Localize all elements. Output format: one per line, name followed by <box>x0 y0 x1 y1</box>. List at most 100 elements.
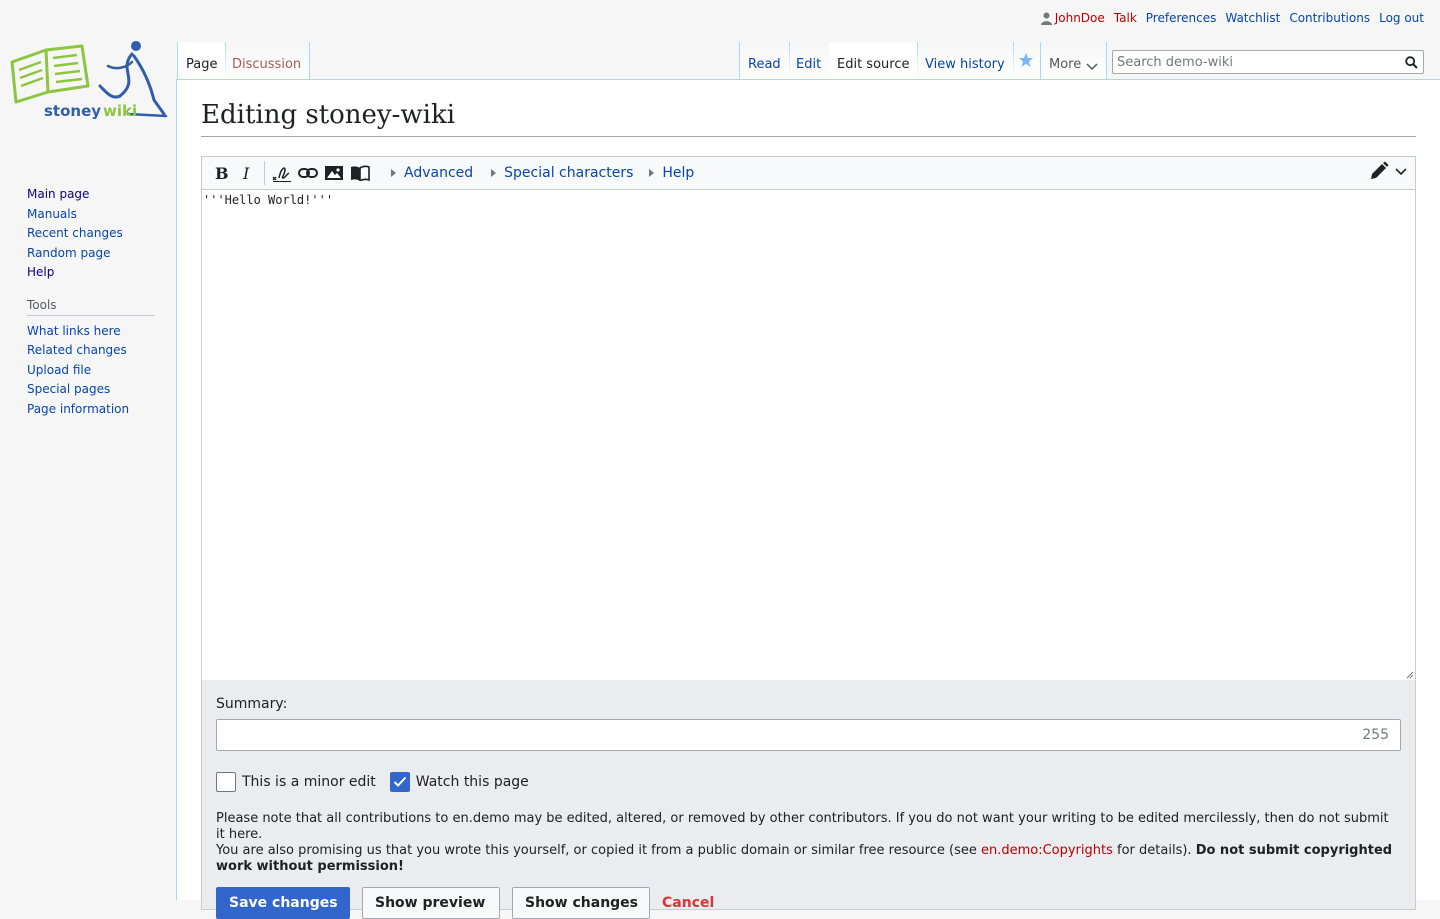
sidebar-link[interactable]: What links here <box>27 324 121 338</box>
tab-edit[interactable]: Edit <box>788 42 831 80</box>
cancel-link[interactable]: Cancel <box>662 887 714 919</box>
show-changes-button[interactable]: Show changes <box>512 887 650 919</box>
search-button[interactable] <box>1399 51 1423 73</box>
user-icon <box>1040 12 1052 25</box>
signature-button[interactable] <box>269 160 295 186</box>
sidebar-item-related-changes[interactable]: Related changes <box>27 342 157 362</box>
sidebar-item-manuals[interactable]: Manuals <box>27 206 157 226</box>
tab-discussion[interactable]: Discussion <box>224 42 311 80</box>
sidebar-item-recent-changes[interactable]: Recent changes <box>27 225 157 245</box>
watch-page-checkbox[interactable] <box>389 772 410 792</box>
sidebar-link[interactable]: Manuals <box>27 207 77 221</box>
tab-view-history[interactable]: View history <box>917 42 1014 80</box>
book-icon <box>351 165 370 181</box>
help-toggle[interactable]: Help <box>649 165 694 181</box>
sidebar-link[interactable]: Page information <box>27 402 129 416</box>
more-menu[interactable]: More <box>1041 42 1108 80</box>
tab-page[interactable]: Page <box>177 42 227 80</box>
summary-char-count: 255 <box>1362 727 1389 743</box>
sidebar: Main page Manuals Recent changes Random … <box>27 186 157 420</box>
edit-options: Summary: 255 This is a minor edit Watch … <box>201 680 1416 919</box>
tab-edit-source[interactable]: Edit source <box>829 42 919 80</box>
italic-icon: I <box>242 165 250 181</box>
more-label: More <box>1049 57 1082 72</box>
preferences-link[interactable]: Preferences <box>1146 11 1217 25</box>
user-menu[interactable]: JohnDoe <box>1040 11 1105 25</box>
editor-mode-switch[interactable] <box>1369 161 1407 181</box>
minor-edit-label: This is a minor edit <box>242 774 376 790</box>
watch-page-option[interactable]: Watch this page <box>389 772 529 792</box>
personal-tools: JohnDoe Talk Preferences Watchlist Contr… <box>1040 11 1424 25</box>
summary-input[interactable] <box>217 721 1363 749</box>
sidebar-link[interactable]: Upload file <box>27 363 91 377</box>
sidebar-link[interactable]: Special pages <box>27 382 110 396</box>
search-icon <box>1404 55 1418 69</box>
sidebar-item-upload-file[interactable]: Upload file <box>27 362 157 382</box>
notice-line-2: You are also promising us that you wrote… <box>216 843 1401 875</box>
content-area: Editing stoney-wiki B I Advanced Special… <box>176 79 1440 919</box>
watch-page-label: Watch this page <box>415 774 529 790</box>
tools-heading: Tools <box>27 298 155 316</box>
image-button[interactable] <box>321 160 347 186</box>
sidebar-item-page-information[interactable]: Page information <box>27 401 157 421</box>
expand-triangle-icon <box>649 169 655 177</box>
sidebar-item-what-links-here[interactable]: What links here <box>27 323 157 343</box>
pencil-icon <box>1371 161 1389 179</box>
chevron-down-icon <box>1395 168 1407 176</box>
notice-text: You are also promising us that you wrote… <box>216 843 981 858</box>
reference-button[interactable] <box>347 160 373 186</box>
preview-button[interactable]: Show preview <box>362 887 500 919</box>
expand-triangle-icon <box>491 169 497 177</box>
link-button[interactable] <box>295 160 321 186</box>
search-input[interactable] <box>1113 51 1399 73</box>
navigation-portlet: Main page Manuals Recent changes Random … <box>27 186 157 284</box>
chevron-down-icon <box>1086 63 1098 71</box>
logout-link[interactable]: Log out <box>1379 11 1424 25</box>
watch-star-button[interactable] <box>1012 42 1041 80</box>
talk-link[interactable]: Talk <box>1114 11 1137 25</box>
sidebar-link[interactable]: Recent changes <box>27 226 123 240</box>
sidebar-item-help[interactable]: Help <box>27 264 157 284</box>
special-characters-toggle[interactable]: Special characters <box>491 165 633 181</box>
minor-edit-checkbox[interactable] <box>216 772 236 792</box>
wikitext-textarea[interactable]: '''Hello World!''' <box>202 190 1415 680</box>
tab-label: Read <box>748 57 781 72</box>
tab-label: Page <box>186 57 218 72</box>
tools-portlet: What links here Related changes Upload f… <box>27 323 157 421</box>
sidebar-item-special-pages[interactable]: Special pages <box>27 381 157 401</box>
advanced-toggle[interactable]: Advanced <box>391 165 473 181</box>
edit-checkboxes: This is a minor edit Watch this page <box>216 771 1401 793</box>
notice-text: for details). <box>1112 843 1196 858</box>
watchlist-link[interactable]: Watchlist <box>1225 11 1280 25</box>
sidebar-link[interactable]: Main page <box>27 187 89 201</box>
bold-button[interactable]: B <box>208 160 234 186</box>
checkmark-icon <box>393 776 407 787</box>
tab-read[interactable]: Read <box>739 42 790 80</box>
sidebar-link[interactable]: Related changes <box>27 343 127 357</box>
signature-icon <box>272 167 291 182</box>
edit-buttons: Save changes Show preview Show changes C… <box>216 887 714 919</box>
svg-text:B: B <box>215 165 229 181</box>
summary-label: Summary: <box>216 696 288 712</box>
minor-edit-option[interactable]: This is a minor edit <box>216 772 376 792</box>
sidebar-link[interactable]: Help <box>27 265 54 279</box>
site-logo[interactable]: stoney wiki <box>8 40 168 122</box>
search-box <box>1112 50 1424 74</box>
save-button[interactable]: Save changes <box>216 887 350 919</box>
page-title: Editing stoney-wiki <box>201 96 1416 137</box>
sidebar-link[interactable]: Random page <box>27 246 110 260</box>
help-label: Help <box>662 165 695 181</box>
sidebar-item-main-page[interactable]: Main page <box>27 186 157 206</box>
contributions-link[interactable]: Contributions <box>1289 11 1370 25</box>
copyright-notice: Please note that all contributions to en… <box>216 811 1401 875</box>
italic-button[interactable]: I <box>234 160 260 186</box>
copyrights-link[interactable]: en.demo:Copyrights <box>981 843 1113 858</box>
tab-label: View history <box>925 57 1005 72</box>
svg-text:I: I <box>242 165 250 181</box>
resize-handle-icon[interactable] <box>1405 670 1414 679</box>
sidebar-item-random-page[interactable]: Random page <box>27 245 157 265</box>
advanced-label: Advanced <box>404 165 474 181</box>
special-characters-label: Special characters <box>504 165 634 181</box>
username-link[interactable]: JohnDoe <box>1055 11 1105 25</box>
link-icon <box>298 168 318 178</box>
